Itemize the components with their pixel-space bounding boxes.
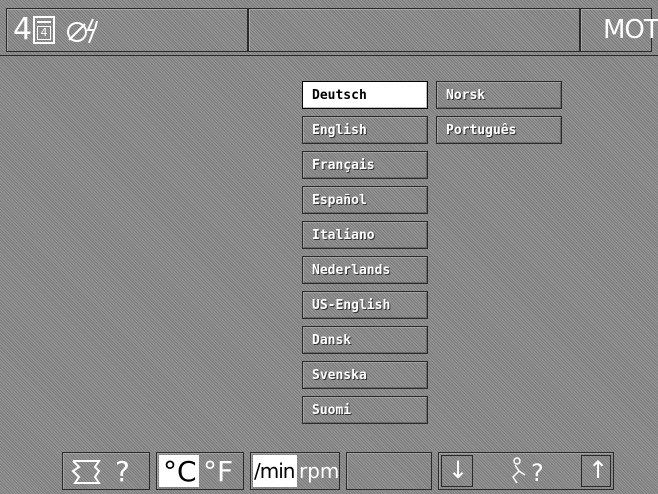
mode-label: MOT [603,15,658,45]
language-label: Norsk [446,87,486,103]
language-label: Español [312,192,367,208]
celsius-option[interactable]: °C [159,455,199,488]
softkey-bar: ? °C °F /min rpm ↓ ? ↑ [0,446,658,494]
window-icon: 4 [33,16,55,44]
rpm-option[interactable]: rpm [299,459,339,483]
window-number: 4 [37,26,51,40]
language-option-english[interactable]: English [302,116,428,144]
language-option-italiano[interactable]: Italiano [302,221,428,249]
language-label: Nederlands [312,262,391,278]
scroll-down-button[interactable]: ↓ [441,455,473,487]
language-option-espaol[interactable]: Español [302,186,428,214]
fahrenheit-option[interactable]: °F [203,455,233,488]
empty-softkey[interactable] [346,452,432,490]
language-option-suomi[interactable]: Suomi [302,396,428,424]
scroll-up-button[interactable]: ↑ [581,455,611,487]
status-segment-middle [248,8,580,52]
printer-help-button[interactable]: ? [62,452,150,490]
language-label: Italiano [312,227,375,243]
language-option-usenglish[interactable]: US-English [302,291,428,319]
language-option-nederlands[interactable]: Nederlands [302,256,428,284]
status-segment-left: 4 4 [6,8,248,52]
nav-help-symbol: ? [531,459,544,487]
language-label: Svenska [312,367,367,383]
arrow-down-icon: ↓ [448,456,469,484]
language-label: US-English [312,297,391,313]
channel-number: 4 [13,12,32,47]
help-symbol: ? [115,455,130,488]
language-label: Dansk [312,332,352,348]
language-option-deutsch[interactable]: Deutsch [302,81,428,109]
language-option-dansk[interactable]: Dansk [302,326,428,354]
speed-unit-toggle[interactable]: /min rpm [250,452,340,490]
no-power-icon [67,18,98,44]
language-label: Deutsch [312,87,367,103]
per-min-option[interactable]: /min [253,455,297,487]
arrow-up-icon: ↑ [588,456,609,484]
navigation-group: ↓ ? ↑ [438,452,614,490]
language-label: English [312,122,367,138]
language-option-norsk[interactable]: Norsk [436,81,562,109]
language-label: Français [312,157,375,173]
language-label: Português [446,122,517,138]
language-option-portugus[interactable]: Português [436,116,562,144]
language-option-franais[interactable]: Français [302,151,428,179]
printer-icon [71,460,101,484]
temperature-unit-toggle[interactable]: °C °F [156,452,244,490]
status-segment-right: MOT [580,8,658,52]
language-option-svenska[interactable]: Svenska [302,361,428,389]
language-label: Suomi [312,402,352,418]
